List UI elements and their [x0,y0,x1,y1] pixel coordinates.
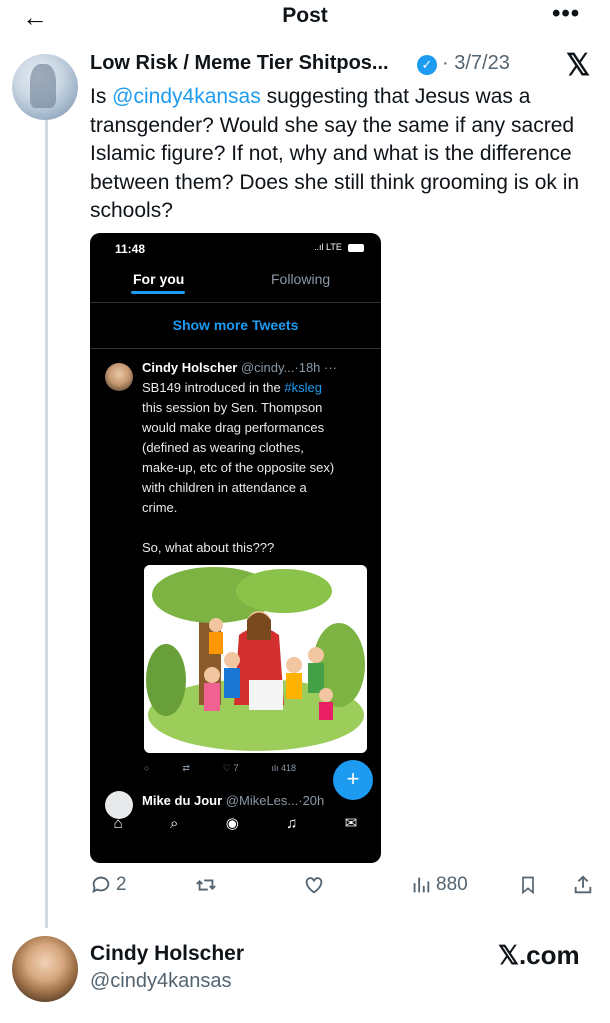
reply-count: 2 [116,874,127,895]
retweet-button[interactable] [194,874,218,896]
share-button[interactable] [572,874,594,896]
post-date[interactable]: · 3/7/23 [442,52,510,75]
views-icon [413,877,430,893]
page-title: Post [282,4,328,27]
search-icon: ⌕ [170,814,179,832]
action-bar: 2 880 [90,874,600,902]
thread-line [45,120,48,928]
tab-following: Following [271,271,331,287]
battery-icon [348,244,364,252]
heart-icon [305,877,323,894]
views-button[interactable]: 880 [410,874,468,896]
signal-icon: ..ıl LTE [314,242,342,252]
home-icon: ⌂ [113,814,123,832]
bookmark-button[interactable] [518,874,538,896]
illustration-image [144,565,367,753]
reply-icon: ○ [144,763,150,773]
share-icon [574,875,592,894]
retweet-icon [196,879,216,891]
profile-handle[interactable]: @cindy4kansas [90,970,231,993]
mention-link[interactable]: @cindy4kansas [112,85,261,108]
bookmark-icon [522,876,534,895]
retweet-icon: ⇄ [182,763,190,773]
embedded-screenshot[interactable]: 11:48 ..ıl LTE For you Following Show mo… [90,233,381,863]
profile-name[interactable]: Cindy Holscher [90,942,244,966]
inner-illustration [144,565,367,753]
source-label[interactable]: 𝕏.com [498,940,580,971]
reply-icon [92,876,110,894]
more-icon[interactable]: ••• [552,0,580,28]
tab-indicator [131,291,185,294]
inner-author: Cindy Holscher @cindy...·18h ··· [142,360,338,375]
author-name[interactable]: Low Risk / Meme Tier Shitpos... [90,52,389,75]
views-icon: ılı 418 [271,763,297,773]
reply-button[interactable]: 2 [90,874,127,896]
post-text: Is @cindy4kansas suggesting that Jesus w… [90,85,580,222]
show-more-tweets: Show more Tweets [172,317,299,333]
inner-text: SB149 introduced in the #ksleg this sess… [142,380,335,555]
mail-icon: ✉ [344,815,358,832]
inner-nav-bar: ⌂ ⌕ ◉ ♫ ✉ [90,808,381,838]
status-time: 11:48 [115,242,146,256]
x-logo-icon[interactable]: 𝕏 [566,48,590,83]
author-avatar[interactable] [12,54,78,120]
divider [90,302,381,303]
profile-avatar[interactable] [12,936,78,1002]
compose-fab: + [333,760,373,800]
divider [90,348,381,349]
like-button[interactable] [302,874,326,896]
like-icon: ♡ 7 [222,763,239,773]
bell-icon: ♫ [286,814,298,832]
top-bar: ← Post ••• [0,0,610,36]
spaces-icon: ◉ [225,815,239,832]
next-author: Mike du Jour @MikeLes...·20h [142,793,325,808]
verified-badge-icon: ✓ [417,55,437,75]
views-count: 880 [436,874,468,895]
tab-for-you: For you [133,271,185,287]
inner-avatar [105,363,133,391]
